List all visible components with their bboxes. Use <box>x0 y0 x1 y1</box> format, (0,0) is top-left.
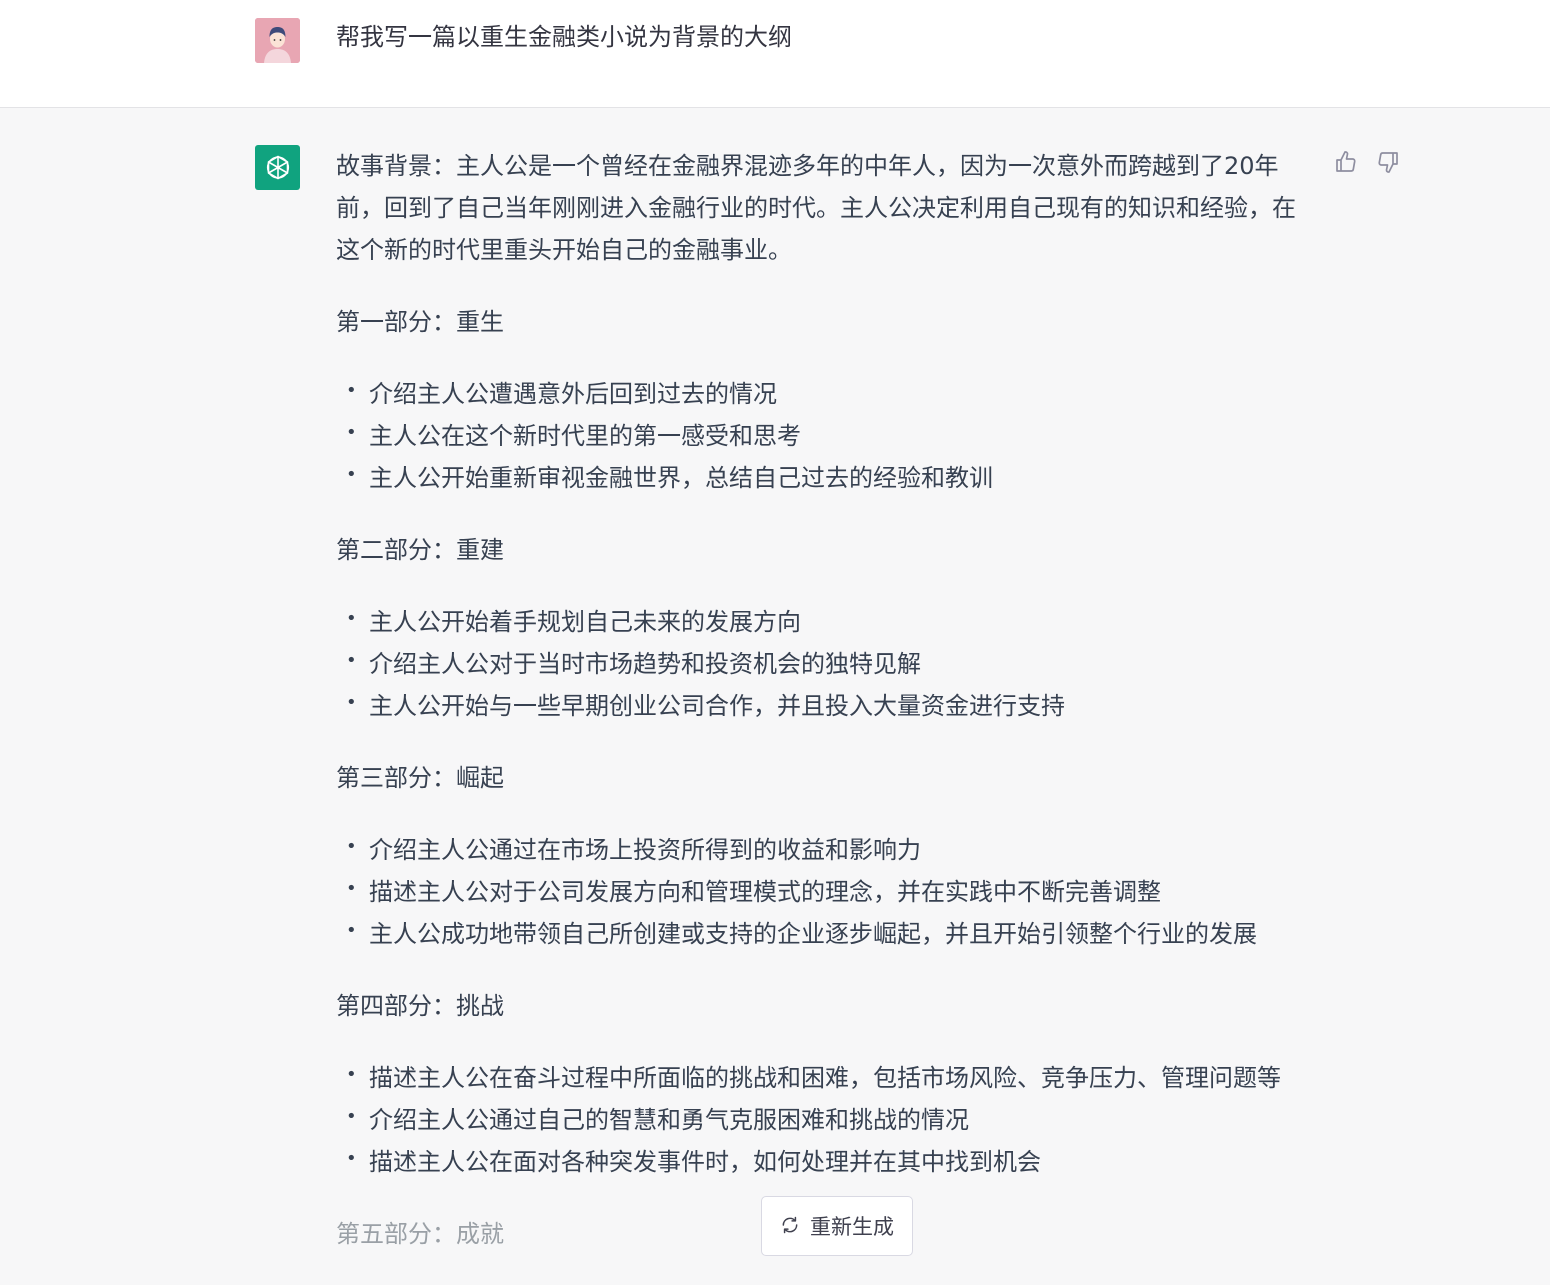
bullet-icon: • <box>346 836 357 857</box>
regenerate-button[interactable]: 重新生成 <box>761 1196 913 1256</box>
section-heading: 第三部分：崛起 <box>336 764 504 792</box>
bullet-icon: • <box>346 1106 357 1127</box>
list-item: • 描述主人公在奋斗过程中所面临的挑战和困难，包括市场风险、竞争压力、管理问题等 <box>336 1057 1306 1099</box>
user-avatar-icon <box>255 18 300 63</box>
list-item: • 介绍主人公通过在市场上投资所得到的收益和影响力 <box>336 829 1306 871</box>
list-item-text: 介绍主人公通过在市场上投资所得到的收益和影响力 <box>369 836 921 864</box>
bullet-icon: • <box>346 692 357 713</box>
list-item-text: 介绍主人公遭遇意外后回到过去的情况 <box>369 380 777 408</box>
openai-logo-icon <box>266 155 289 179</box>
list-item: • 描述主人公对于公司发展方向和管理模式的理念，并在实践中不断完善调整 <box>336 871 1306 913</box>
list-item-text: 主人公开始与一些早期创业公司合作，并且投入大量资金进行支持 <box>369 692 1065 720</box>
list-item-text: 介绍主人公通过自己的智慧和勇气克服困难和挑战的情况 <box>369 1106 969 1134</box>
bullet-icon: • <box>346 878 357 899</box>
story-background-paragraph: 故事背景：主人公是一个曾经在金融界混迹多年的中年人，因为一次意外而跨越到了20年… <box>336 152 1296 264</box>
section-list: • 主人公开始着手规划自己未来的发展方向 • 介绍主人公对于当时市场趋势和投资机会的… <box>336 601 1306 727</box>
list-item-text: 主人公在这个新时代里的第一感受和思考 <box>369 422 801 450</box>
list-item: • 主人公成功地带领自己所创建或支持的企业逐步崛起，并且开始引领整个行业的发展 <box>336 913 1306 955</box>
assistant-avatar <box>255 145 300 190</box>
assistant-response: 故事背景：主人公是一个曾经在金融界混迹多年的中年人，因为一次意外而跨越到了20年… <box>336 145 1306 1285</box>
bullet-icon: • <box>346 464 357 485</box>
user-avatar <box>255 18 300 63</box>
like-button[interactable] <box>1332 148 1360 176</box>
list-item-text: 介绍主人公对于当时市场趋势和投资机会的独特见解 <box>369 650 921 678</box>
list-item: • 主人公开始与一些早期创业公司合作，并且投入大量资金进行支持 <box>336 685 1306 727</box>
bullet-icon: • <box>346 650 357 671</box>
bullet-icon: • <box>346 920 357 941</box>
user-message-row: 帮我写一篇以重生金融类小说为背景的大纲 <box>0 0 1550 108</box>
section-heading: 第四部分：挑战 <box>336 992 504 1020</box>
thumbs-up-icon <box>1336 151 1356 172</box>
regenerate-label: 重新生成 <box>810 1215 894 1239</box>
list-item: • 描述主人公在面对各种突发事件时，如何处理并在其中找到机会 <box>336 1141 1306 1183</box>
bullet-icon: • <box>346 1064 357 1085</box>
list-item: • 介绍主人公遭遇意外后回到过去的情况 <box>336 373 1306 415</box>
bullet-icon: • <box>346 1148 357 1169</box>
section-list: • 介绍主人公通过在市场上投资所得到的收益和影响力 • 描述主人公对于公司发展方向和… <box>336 829 1306 955</box>
dislike-button[interactable] <box>1374 148 1402 176</box>
list-item: • 主人公开始重新审视金融世界，总结自己过去的经验和教训 <box>336 457 1306 499</box>
list-item-text: 主人公成功地带领自己所创建或支持的企业逐步崛起，并且开始引领整个行业的发展 <box>369 920 1257 948</box>
list-item: • 介绍主人公对于当时市场趋势和投资机会的独特见解 <box>336 643 1306 685</box>
section-list: • 描述主人公在奋斗过程中所面临的挑战和困难，包括市场风险、竞争压力、管理问题等 … <box>336 1057 1306 1183</box>
thumbs-down-icon <box>1378 152 1398 173</box>
section-heading: 第一部分：重生 <box>336 308 504 336</box>
list-item: • 介绍主人公通过自己的智慧和勇气克服困难和挑战的情况 <box>336 1099 1306 1141</box>
list-item-text: 描述主人公对于公司发展方向和管理模式的理念，并在实践中不断完善调整 <box>369 878 1161 906</box>
refresh-icon <box>782 1216 798 1234</box>
section-list: • 介绍主人公遭遇意外后回到过去的情况 • 主人公在这个新时代里的第一感受和思考 •… <box>336 373 1306 499</box>
list-item: • 主人公开始着手规划自己未来的发展方向 <box>336 601 1306 643</box>
user-message-text: 帮我写一篇以重生金融类小说为背景的大纲 <box>336 23 792 51</box>
list-item-text: 主人公开始重新审视金融世界，总结自己过去的经验和教训 <box>369 464 993 492</box>
list-item: • 主人公在这个新时代里的第一感受和思考 <box>336 415 1306 457</box>
section-heading: 第二部分：重建 <box>336 536 504 564</box>
bullet-icon: • <box>346 380 357 401</box>
bullet-icon: • <box>346 422 357 443</box>
list-item-text: 描述主人公在奋斗过程中所面临的挑战和困难，包括市场风险、竞争压力、管理问题等 <box>369 1064 1281 1092</box>
list-item-text: 主人公开始着手规划自己未来的发展方向 <box>369 608 801 636</box>
list-item-text: 描述主人公在面对各种突发事件时，如何处理并在其中找到机会 <box>369 1148 1041 1176</box>
bullet-icon: • <box>346 608 357 629</box>
